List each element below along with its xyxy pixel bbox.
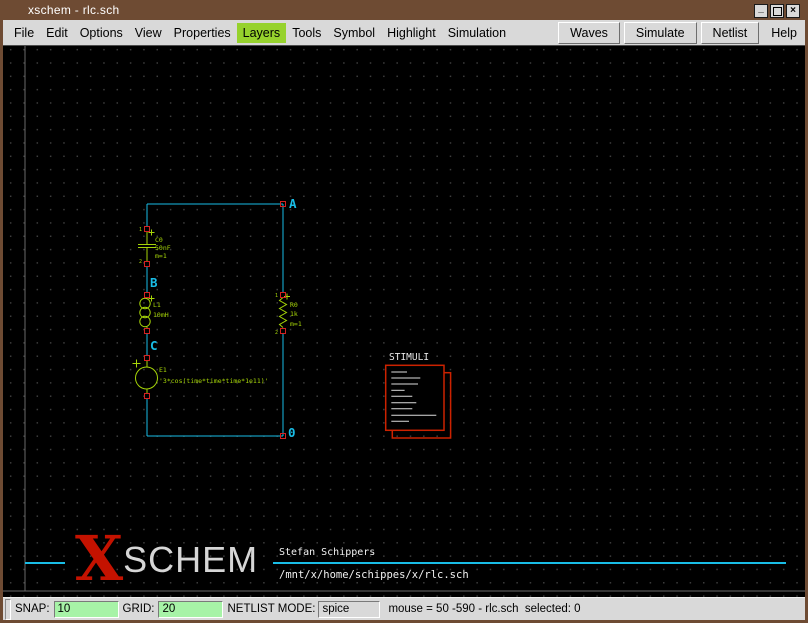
schematic-drawing: 1 2 C0 50nF m=1 L1 10mH (3, 46, 805, 597)
title-block-path: /mnt/x/home/schippes/x/rlc.sch (279, 569, 469, 581)
help-button[interactable]: Help (765, 23, 803, 43)
menu-simulation[interactable]: Simulation (442, 23, 512, 43)
grid-input[interactable] (158, 601, 223, 618)
inductor-ref: L1 (153, 301, 161, 309)
statusbar: SNAP: GRID: NETLIST MODE: mouse = 50 -59… (3, 597, 805, 620)
node-label-b[interactable]: B (150, 275, 158, 290)
xschem-logo: XSCHEM (75, 532, 258, 595)
maximize-icon (773, 7, 782, 16)
menu-view[interactable]: View (129, 23, 168, 43)
resistor-mult: m=1 (290, 320, 302, 328)
logo-x-glyph: X (75, 532, 123, 586)
resistor-value: 1k (290, 310, 298, 318)
window-title: xschem - rlc.sch (28, 3, 119, 17)
node-label-c[interactable]: C (150, 338, 158, 353)
titlebar[interactable]: xschem - rlc.sch _ × (0, 0, 808, 20)
resistor-symbol[interactable]: 1 2 R0 1k m=1 (275, 293, 302, 337)
node-labels[interactable]: A B C 0 (150, 196, 297, 440)
menubar-actions: Waves Simulate Netlist Help (558, 22, 803, 44)
menu-properties[interactable]: Properties (168, 23, 237, 43)
waves-button[interactable]: Waves (558, 22, 620, 44)
snap-input[interactable] (54, 601, 119, 618)
inductor-symbol[interactable]: L1 10mH (140, 293, 169, 334)
menu-options[interactable]: Options (74, 23, 129, 43)
statusbar-grip (5, 599, 11, 620)
grid-label: GRID: (123, 603, 155, 615)
schematic-canvas[interactable]: 1 2 C0 50nF m=1 L1 10mH (3, 46, 805, 597)
wires[interactable] (147, 204, 283, 436)
res-pin2-number: 2 (275, 330, 278, 336)
inductor-value: 10mH (153, 311, 169, 319)
capacitor-mult: m=1 (155, 252, 167, 260)
close-icon: × (790, 6, 796, 16)
netlist-mode-label: NETLIST MODE: (227, 603, 315, 615)
source-value: '3*cos(time*time*time*1e11)' (159, 377, 269, 385)
menubar: File Edit Options View Properties Layers… (3, 20, 805, 46)
menu-file[interactable]: File (8, 23, 40, 43)
cap-pin2-number: 2 (139, 259, 142, 265)
netlist-button[interactable]: Netlist (701, 22, 760, 44)
menu-highlight[interactable]: Highlight (381, 23, 442, 43)
node-label-0[interactable]: 0 (288, 425, 296, 440)
netlist-mode-input[interactable] (318, 601, 380, 618)
menu-symbol[interactable]: Symbol (327, 23, 381, 43)
mouse-status-text: mouse = 50 -590 - rlc.sch selected: 0 (388, 603, 580, 615)
capacitor-value: 50nF (155, 244, 171, 252)
stimuli-block[interactable]: STIMULI (386, 352, 451, 438)
source-ref: E1 (159, 366, 167, 374)
title-block-author: Stefan Schippers (279, 547, 375, 558)
res-pin1-number: 1 (275, 293, 278, 299)
window-controls: _ × (754, 4, 800, 18)
snap-label: SNAP: (15, 603, 50, 615)
source-symbol[interactable]: E1 '3*cos(time*time*time*1e11)' (133, 356, 269, 399)
minimize-button[interactable]: _ (754, 4, 768, 18)
stimuli-label: STIMULI (389, 352, 429, 363)
menu-layers[interactable]: Layers (237, 23, 287, 43)
maximize-button[interactable] (770, 4, 784, 18)
simulate-button[interactable]: Simulate (624, 22, 697, 44)
capacitor-symbol[interactable]: 1 2 C0 50nF m=1 (138, 227, 171, 267)
capacitor-ref: C0 (155, 236, 163, 244)
resistor-ref: R0 (290, 301, 298, 309)
node-label-a[interactable]: A (289, 196, 297, 211)
sheet-boundary (3, 46, 805, 591)
close-button[interactable]: × (786, 4, 800, 18)
xschem-window: xschem - rlc.sch _ × File Edit Options V… (0, 0, 808, 623)
menu-edit[interactable]: Edit (40, 23, 74, 43)
logo-schem-text: SCHEM (123, 533, 258, 587)
cap-pin1-number: 1 (139, 227, 142, 233)
menu-tools[interactable]: Tools (286, 23, 327, 43)
stimuli-front-page (386, 365, 444, 430)
